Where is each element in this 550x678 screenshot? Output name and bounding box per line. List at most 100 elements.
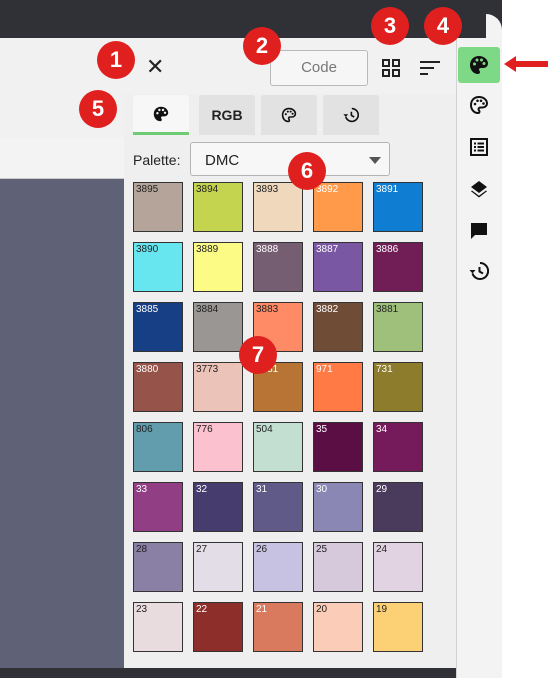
swatch-code: 32 — [196, 484, 208, 495]
callout-badge: 7 — [239, 336, 277, 374]
color-swatch[interactable]: 3892 — [313, 182, 363, 232]
tab-palette[interactable] — [133, 95, 189, 135]
color-swatch[interactable]: 29 — [373, 482, 423, 532]
swatch-code: 21 — [256, 604, 268, 615]
color-swatch[interactable]: 504 — [253, 422, 303, 472]
color-swatch[interactable]: 3773 — [193, 362, 243, 412]
callout-badge: 5 — [79, 90, 117, 128]
swatch-code: 3884 — [196, 304, 219, 315]
swatch-code: 3886 — [376, 244, 399, 255]
swatch-code: 3894 — [196, 184, 219, 195]
color-swatch[interactable]: 3894 — [193, 182, 243, 232]
grid-view-icon[interactable] — [382, 59, 400, 77]
color-swatch[interactable]: 3889 — [193, 242, 243, 292]
color-swatch[interactable]: 21 — [253, 602, 303, 652]
swatch-code: 3888 — [256, 244, 279, 255]
palette-outline-icon — [469, 95, 489, 115]
swatch-code: 26 — [256, 544, 268, 555]
rail-comment-button[interactable] — [458, 218, 500, 244]
color-swatch[interactable]: 776 — [193, 422, 243, 472]
callout-badge: 1 — [97, 41, 135, 79]
palette-outline-icon — [281, 107, 297, 123]
swatch-code: 3880 — [136, 364, 159, 375]
color-swatch[interactable]: 3884 — [193, 302, 243, 352]
swatch-code: 806 — [136, 424, 153, 435]
palette-icon — [470, 56, 488, 74]
swatch-code: 20 — [316, 604, 328, 615]
color-swatch[interactable]: 3882 — [313, 302, 363, 352]
rail-palette-button[interactable] — [458, 47, 500, 83]
color-swatch[interactable]: 28 — [133, 542, 183, 592]
color-swatch[interactable]: 34 — [373, 422, 423, 472]
comment-icon — [471, 223, 487, 239]
swatch-code: 3893 — [256, 184, 279, 195]
color-swatch[interactable]: 31 — [253, 482, 303, 532]
color-swatch[interactable]: 806 — [133, 422, 183, 472]
canvas-ruler — [0, 138, 124, 179]
swatch-code: 971 — [316, 364, 333, 375]
color-swatch[interactable]: 32 — [193, 482, 243, 532]
swatch-code: 25 — [316, 544, 328, 555]
history-icon — [343, 107, 359, 123]
swatch-code: 3883 — [256, 304, 279, 315]
swatch-code: 3885 — [136, 304, 159, 315]
color-swatch[interactable]: 3890 — [133, 242, 183, 292]
palette-label: Palette: — [133, 152, 181, 168]
swatch-code: 24 — [376, 544, 388, 555]
swatch-code: 3889 — [196, 244, 219, 255]
close-icon[interactable]: ✕ — [146, 56, 164, 78]
palette-icon — [153, 106, 169, 121]
color-swatch[interactable]: 26 — [253, 542, 303, 592]
swatch-code: 34 — [376, 424, 388, 435]
swatch-code: 31 — [256, 484, 268, 495]
panel-tabs: RGB — [133, 95, 447, 137]
color-swatch[interactable]: 3895 — [133, 182, 183, 232]
swatch-code: 29 — [376, 484, 388, 495]
color-swatch[interactable]: 3885 — [133, 302, 183, 352]
rail-layers-button[interactable] — [458, 176, 500, 202]
palette-selected-value: DMC — [205, 152, 240, 169]
color-swatch[interactable]: 23 — [133, 602, 183, 652]
color-swatch[interactable]: 19 — [373, 602, 423, 652]
design-canvas[interactable] — [0, 179, 124, 678]
color-swatch[interactable]: 731 — [373, 362, 423, 412]
swatch-code: 3882 — [316, 304, 339, 315]
swatch-code: 3895 — [136, 184, 159, 195]
color-swatch[interactable]: 22 — [193, 602, 243, 652]
sort-icon[interactable] — [420, 61, 440, 75]
color-swatch[interactable]: 35 — [313, 422, 363, 472]
layers-icon — [471, 181, 487, 198]
tab-history[interactable] — [323, 95, 379, 135]
tab-palette-outline[interactable] — [261, 95, 317, 135]
color-swatch[interactable]: 3891 — [373, 182, 423, 232]
color-swatch[interactable]: 3886 — [373, 242, 423, 292]
swatch-code: 23 — [136, 604, 148, 615]
callout-badge: 3 — [371, 7, 409, 45]
color-swatch[interactable]: 3887 — [313, 242, 363, 292]
color-swatch[interactable]: 20 — [313, 602, 363, 652]
color-swatch[interactable]: 33 — [133, 482, 183, 532]
color-swatch[interactable]: 30 — [313, 482, 363, 532]
color-swatch[interactable]: 3888 — [253, 242, 303, 292]
code-button[interactable]: Code — [270, 50, 368, 86]
rail-history-button[interactable] — [458, 258, 500, 284]
swatch-code: 504 — [256, 424, 273, 435]
chevron-down-icon — [369, 157, 381, 164]
swatch-code: 19 — [376, 604, 388, 615]
color-swatch[interactable]: 27 — [193, 542, 243, 592]
callout-badge: 2 — [243, 27, 281, 65]
color-swatch[interactable]: 25 — [313, 542, 363, 592]
tab-rgb[interactable]: RGB — [199, 95, 255, 135]
window-bottom-edge — [0, 668, 502, 678]
color-swatch[interactable]: 3893 — [253, 182, 303, 232]
history-icon — [469, 261, 489, 280]
color-swatch[interactable]: 24 — [373, 542, 423, 592]
swatch-code: 28 — [136, 544, 148, 555]
color-swatch[interactable]: 3881 — [373, 302, 423, 352]
rail-palette-outline-button[interactable] — [458, 92, 500, 118]
color-swatch[interactable]: 3880 — [133, 362, 183, 412]
swatch-code: 3891 — [376, 184, 399, 195]
callout-badge: 6 — [288, 152, 326, 190]
color-swatch[interactable]: 971 — [313, 362, 363, 412]
rail-list-button[interactable] — [458, 134, 500, 160]
